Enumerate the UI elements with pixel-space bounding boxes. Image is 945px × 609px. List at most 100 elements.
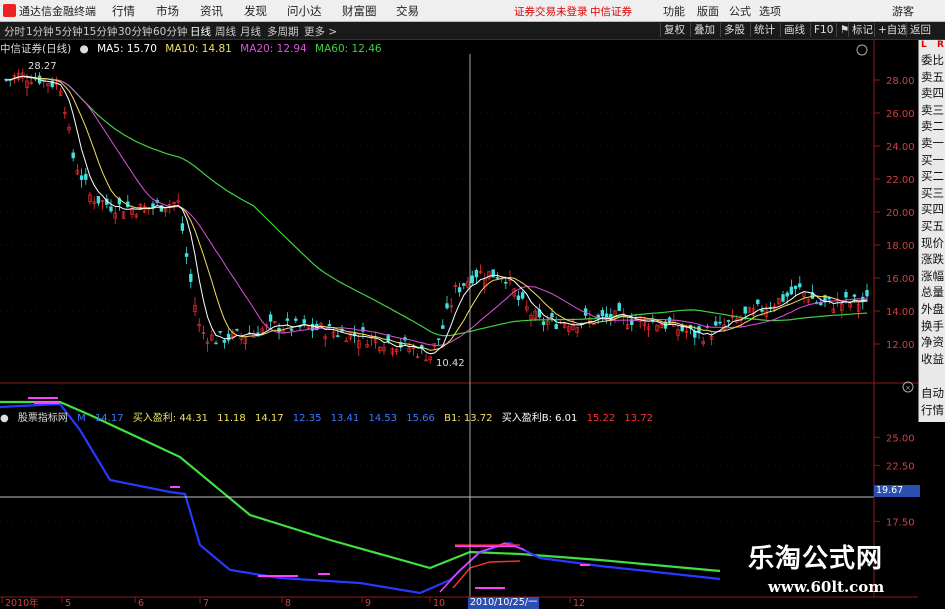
side-panel-item[interactable]: 涨跌 — [920, 251, 945, 267]
indicator-axis-label: 25.00 — [886, 433, 915, 444]
period-multi[interactable]: 多周期 — [267, 24, 299, 39]
period-weekly[interactable]: 周线 — [215, 24, 236, 39]
indicator-value: 买入盈利B: 6.01 — [501, 413, 578, 424]
candle-body — [844, 292, 848, 298]
indicator-close-icon[interactable]: × — [905, 384, 911, 392]
indicator-value: 15.66 — [406, 413, 435, 424]
side-left-marker[interactable]: L — [921, 40, 927, 50]
mark-button[interactable]: 标记 — [848, 23, 876, 37]
period-intraday[interactable]: 分时 — [4, 24, 25, 39]
price-axis-label: 18.00 — [886, 241, 915, 252]
layout-button[interactable]: 版面 — [697, 3, 719, 19]
side-panel-item[interactable]: 卖二 — [920, 118, 945, 134]
indicator-green-line — [0, 400, 721, 573]
indicator-value: 13.41 — [330, 413, 360, 424]
period-5min[interactable]: 5分钟 — [55, 24, 83, 39]
period-toolbar: 分时 1分钟 5分钟 15分钟 30分钟 60分钟 日线 周线 月线 多周期 更… — [0, 22, 945, 40]
menu-item-quotes[interactable]: 行情 — [112, 3, 135, 19]
candle-body — [865, 290, 869, 297]
ma-settings-icon[interactable]: ● — [80, 43, 89, 55]
candle-body — [218, 331, 222, 333]
indicator-value: B1: 13.72 — [444, 413, 493, 424]
side-right-marker[interactable]: R — [937, 40, 944, 50]
menu-item-wealth[interactable]: 财富圈 — [342, 3, 377, 19]
side-panel-item[interactable]: 买一 — [920, 152, 945, 168]
price-axis-label: 16.00 — [886, 274, 915, 285]
side-panel-item[interactable]: 总量 — [920, 284, 945, 300]
indicator-value: 15.22 — [586, 413, 616, 424]
side-panel-item[interactable]: 委比 — [920, 52, 945, 68]
app-logo-icon — [3, 4, 16, 17]
side-panel-item[interactable]: 净资 — [920, 334, 945, 350]
chart-settings-icon[interactable] — [856, 44, 868, 56]
candle-body — [596, 314, 600, 318]
period-60min[interactable]: 60分钟 — [153, 24, 187, 39]
function-button[interactable]: 功能 — [663, 3, 685, 19]
login-notice[interactable]: 证券交易未登录 — [514, 4, 588, 19]
candle-body — [336, 335, 340, 337]
candle-body — [520, 292, 525, 299]
period-more[interactable]: 更多 > — [304, 24, 337, 39]
candle-body — [327, 324, 332, 327]
side-panel-item[interactable]: 涨幅 — [920, 268, 945, 284]
side-panel-item[interactable]: 卖三 — [920, 102, 945, 118]
side-panel-item[interactable]: 收益 — [920, 351, 945, 367]
f10-button[interactable]: F10 — [810, 23, 836, 37]
indicator-value: 13.72 — [624, 413, 654, 424]
indicator-value: 14.53 — [368, 413, 398, 424]
menu-item-ask[interactable]: 问小达 — [287, 3, 322, 19]
stats-button[interactable]: 统计 — [750, 23, 778, 37]
multi-stock-button[interactable]: 多股 — [720, 23, 748, 37]
indicator-settings-dot-icon[interactable]: ● — [0, 413, 9, 424]
menu-item-news[interactable]: 资讯 — [200, 3, 223, 19]
indicator-value: 12.35 — [292, 413, 322, 424]
side-panel-item[interactable]: 卖五 — [920, 69, 945, 85]
menu-item-discover[interactable]: 发现 — [244, 3, 267, 19]
side-panel-item[interactable]: 买四 — [920, 201, 945, 217]
period-monthly[interactable]: 月线 — [240, 24, 261, 39]
candle-body — [285, 318, 290, 321]
side-panel-item[interactable]: 现价 — [920, 235, 945, 251]
overlay-button[interactable]: 叠加 — [690, 23, 718, 37]
period-30min[interactable]: 30分钟 — [118, 24, 152, 39]
broker-name[interactable]: 中信证券 — [590, 4, 632, 19]
side-panel-item[interactable]: 卖四 — [920, 85, 945, 101]
candle-body — [714, 321, 718, 326]
candle-body — [718, 321, 722, 324]
guest-button[interactable]: 游客 — [892, 3, 914, 19]
side-panel-item[interactable]: 外盘 — [920, 301, 945, 317]
back-button[interactable]: 返回 — [906, 23, 934, 37]
app-title: 通达信金融终端 — [19, 5, 96, 18]
side-panel-item[interactable]: 卖一 — [920, 135, 945, 151]
ma-info-line: 中信证券(日线) ● MA5: 15.70 MA10: 14.81 MA20: … — [0, 41, 387, 55]
side-panel-item[interactable]: 买二 — [920, 168, 945, 184]
candle-body — [726, 320, 731, 322]
period-1min[interactable]: 1分钟 — [26, 24, 54, 39]
period-15min[interactable]: 15分钟 — [83, 24, 117, 39]
candle-body — [289, 328, 294, 331]
quote-label[interactable]: 行情 — [920, 402, 945, 418]
options-button[interactable]: 选项 — [759, 3, 781, 19]
ma20-value: MA20: 12.94 — [240, 43, 307, 55]
side-panel-item[interactable]: 买五 — [920, 218, 945, 234]
indicator-blue-line — [0, 402, 721, 595]
auto-quote-panel: 自动 行情 — [918, 382, 945, 422]
side-panel-item[interactable]: 换手 — [920, 318, 945, 334]
candle-body — [79, 175, 84, 180]
watermark-url: www.60lt.com — [768, 578, 885, 596]
menu-item-market[interactable]: 市场 — [156, 3, 179, 19]
candle-body — [302, 319, 306, 324]
side-panel-item[interactable]: 买三 — [920, 185, 945, 201]
indicator-name: 股票指标网 — [17, 413, 68, 424]
chart-area[interactable]: 28.00 26.00 24.00 22.00 20.00 18.00 16.00 14.00… — [0, 40, 918, 609]
period-daily[interactable]: 日线 — [190, 24, 211, 39]
auto-label[interactable]: 自动 — [920, 385, 945, 401]
candle-body — [151, 203, 155, 208]
adjust-button[interactable]: 复权 — [660, 23, 688, 37]
candle-body — [550, 313, 554, 318]
candle-body — [474, 270, 479, 278]
draw-line-button[interactable]: 画线 — [780, 23, 808, 37]
formula-button[interactable]: 公式 — [729, 3, 751, 19]
menu-item-trade[interactable]: 交易 — [396, 3, 419, 19]
price-axis-label: 24.00 — [886, 142, 915, 153]
